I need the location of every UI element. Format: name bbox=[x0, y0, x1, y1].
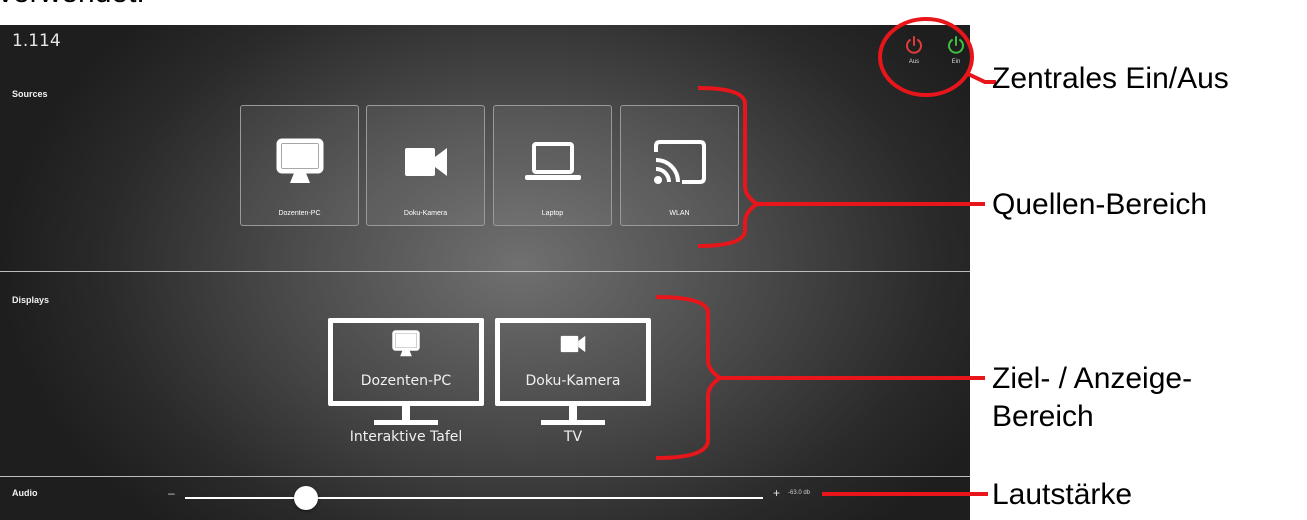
power-off-label: Aus bbox=[908, 59, 920, 65]
display-source-label: Dozenten-PC bbox=[360, 373, 452, 389]
volume-down-button[interactable]: – bbox=[168, 486, 175, 500]
video-camera-icon bbox=[560, 335, 586, 353]
display-name: TV bbox=[563, 429, 583, 445]
video-camera-icon bbox=[404, 148, 447, 176]
volume-value: -63.0 db bbox=[788, 490, 811, 496]
volume-slider[interactable] bbox=[185, 486, 763, 510]
power-off-icon bbox=[906, 36, 922, 54]
control-panel-screen: 1.114 Aus Ein Sources Dozenten-PC Doku-K… bbox=[0, 25, 970, 520]
annotation-power: Zentrales Ein/Aus bbox=[992, 62, 1229, 95]
annotation-displays-line1: Ziel- / Anzeige- bbox=[992, 362, 1193, 395]
monitor-icon bbox=[392, 330, 420, 357]
source-tile-dozenten-pc[interactable]: Dozenten-PC bbox=[240, 105, 359, 226]
annotation-sources: Quellen-Bereich bbox=[992, 188, 1208, 221]
power-on-icon bbox=[948, 36, 964, 54]
version-label: 1.114 bbox=[12, 31, 61, 51]
volume-up-button[interactable]: + bbox=[773, 486, 780, 500]
audio-title: Audio bbox=[12, 488, 38, 498]
source-tile-doku-kamera[interactable]: Doku-Kamera bbox=[366, 105, 485, 226]
display-source-label: Doku-Kamera bbox=[525, 373, 621, 389]
source-label: WLAN bbox=[669, 210, 690, 217]
displays-title: Displays bbox=[12, 295, 50, 305]
annotation-volume: Lautstärke bbox=[992, 478, 1133, 511]
section-divider bbox=[0, 271, 970, 272]
power-on-button[interactable]: Ein bbox=[942, 35, 970, 65]
monitor-icon bbox=[276, 138, 323, 183]
volume-slider-handle[interactable] bbox=[294, 486, 319, 510]
source-label: Dozenten-PC bbox=[278, 210, 321, 217]
display-monitor: Doku-Kamera bbox=[495, 318, 651, 406]
section-divider bbox=[0, 476, 970, 477]
source-label: Laptop bbox=[541, 210, 564, 217]
monitor-stand bbox=[569, 406, 577, 420]
monitor-base bbox=[374, 420, 438, 425]
power-off-button[interactable]: Aus bbox=[900, 35, 928, 65]
caption-fragment: verwendet. bbox=[0, 0, 145, 10]
cast-icon bbox=[653, 140, 706, 184]
display-interaktive-tafel[interactable]: Dozenten-PC Interaktive Tafel bbox=[328, 318, 484, 445]
source-label: Doku-Kamera bbox=[403, 210, 448, 217]
annotation-displays-line2: Bereich bbox=[992, 400, 1094, 433]
source-tile-laptop[interactable]: Laptop bbox=[493, 105, 612, 226]
power-on-label: Ein bbox=[951, 59, 961, 65]
display-tv[interactable]: Doku-Kamera TV bbox=[495, 318, 651, 445]
monitor-stand bbox=[402, 406, 410, 420]
sources-title: Sources bbox=[12, 89, 48, 99]
source-tile-wlan[interactable]: WLAN bbox=[620, 105, 739, 226]
display-monitor: Dozenten-PC bbox=[328, 318, 484, 406]
laptop-icon bbox=[524, 142, 581, 180]
monitor-base bbox=[541, 420, 605, 425]
display-name: Interaktive Tafel bbox=[349, 429, 463, 445]
